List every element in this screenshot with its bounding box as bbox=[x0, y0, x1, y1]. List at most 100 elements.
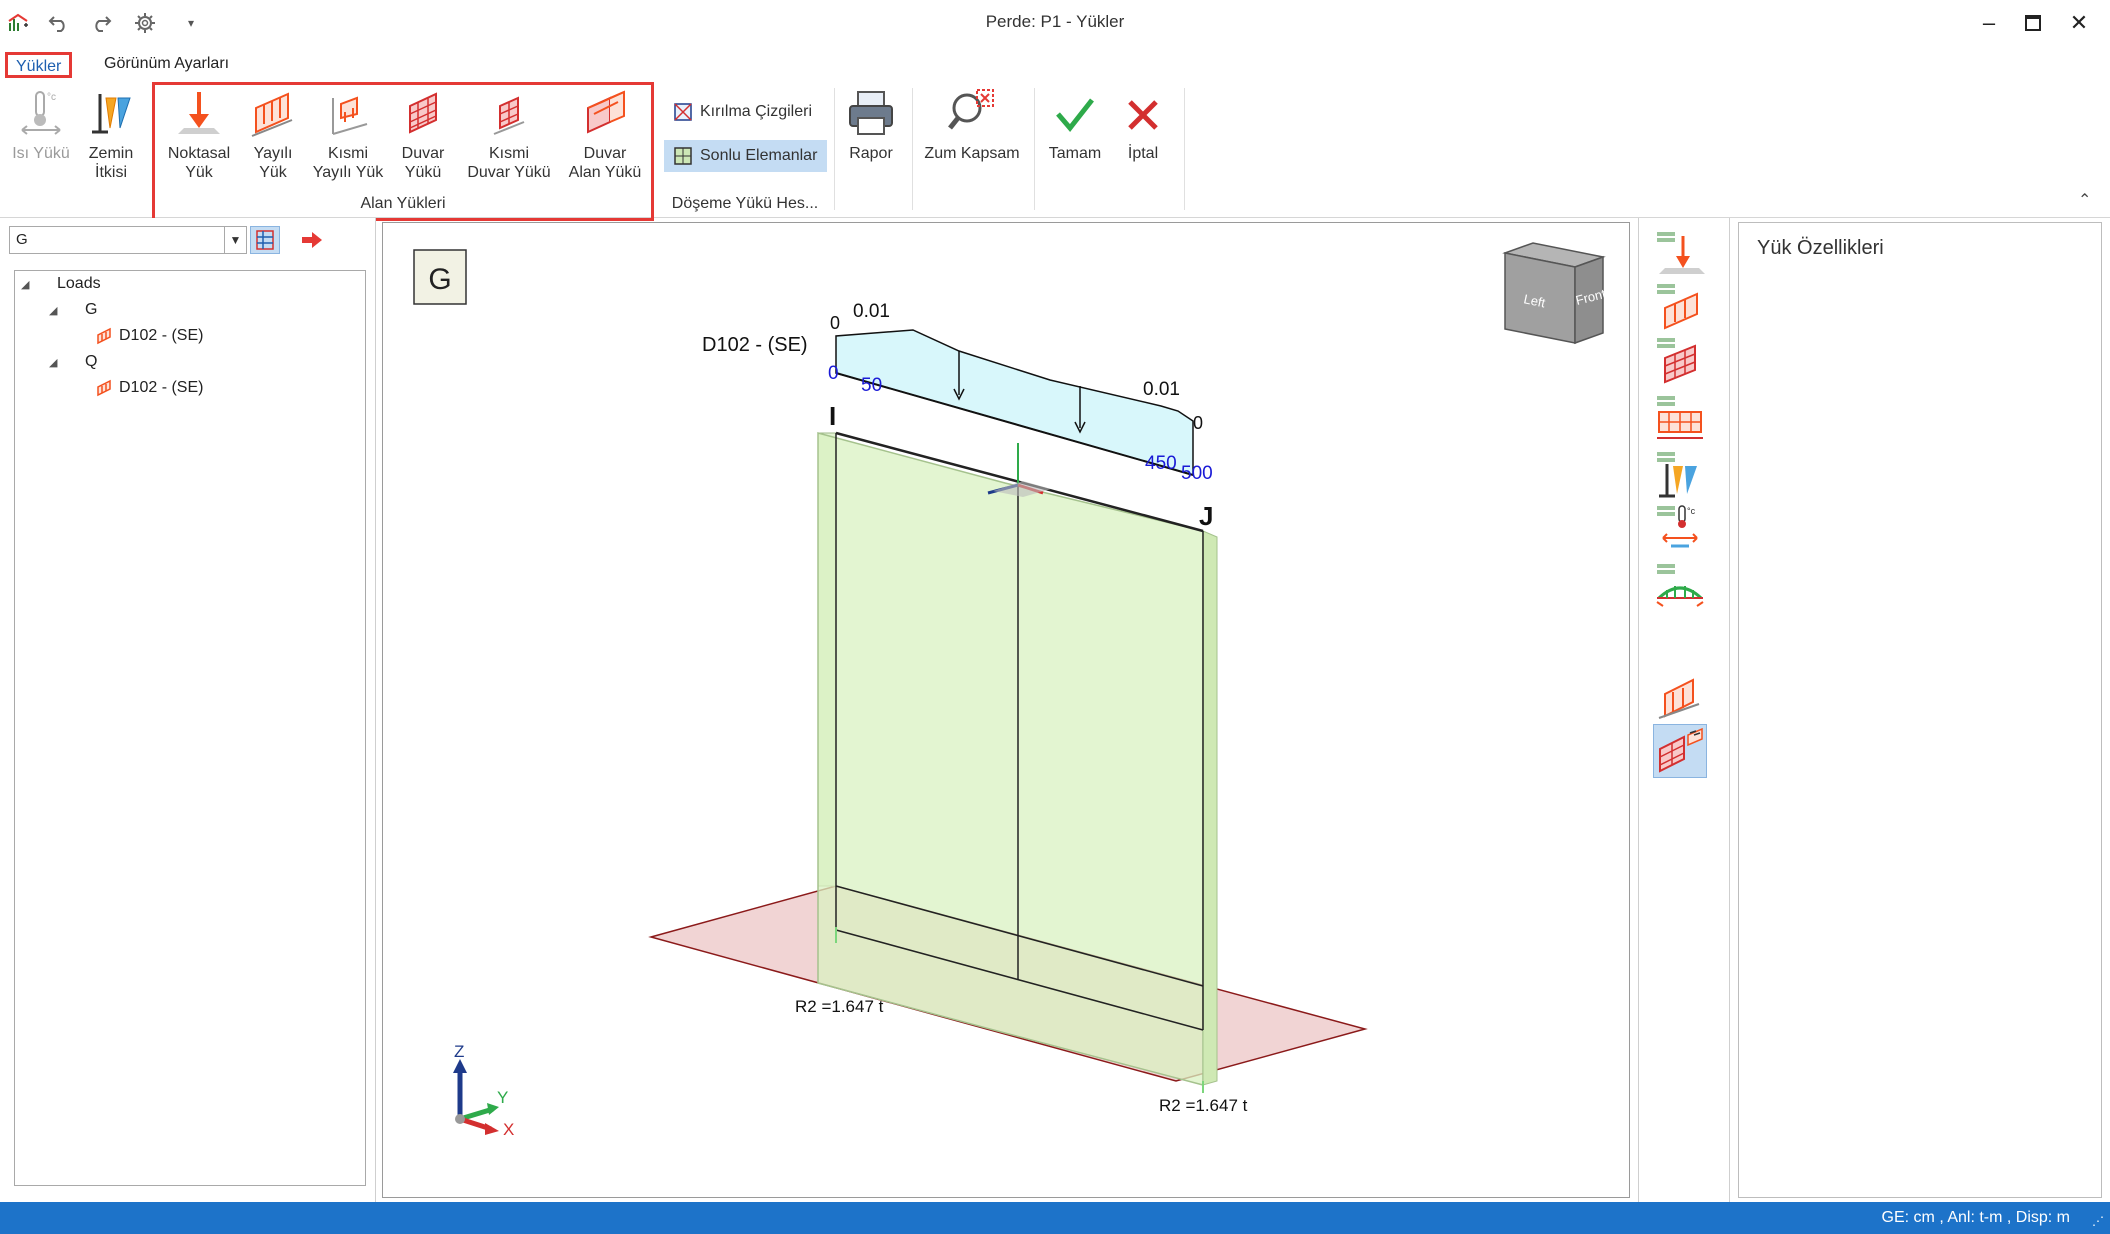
cancel-x-icon bbox=[1118, 88, 1168, 140]
tree-node-loads-label: Loads bbox=[57, 275, 101, 292]
ok-button[interactable]: Tamam bbox=[1044, 88, 1106, 163]
zoom-extents-button[interactable]: Zum Kapsam bbox=[922, 88, 1022, 163]
svg-text:°c: °c bbox=[1687, 506, 1696, 516]
axis-y-label: Y bbox=[497, 1088, 508, 1107]
zoom-extents-label: Zum Kapsam bbox=[924, 145, 1020, 162]
checkmark-icon bbox=[1050, 88, 1100, 140]
world-axes-icon bbox=[453, 1059, 499, 1135]
tree-node-group-g[interactable]: ◢ G bbox=[49, 301, 97, 319]
filter-grid-icon[interactable] bbox=[250, 226, 280, 254]
load-tools-toolbar: °c bbox=[1638, 218, 1730, 1202]
units-status: GE: cm , Anl: t-m , Disp: m bbox=[1881, 1209, 2070, 1226]
reaction-label-right: R2 =1.647 t bbox=[1159, 1096, 1248, 1115]
layer-distributed-load-icon[interactable] bbox=[1653, 282, 1707, 332]
arrow-right-icon[interactable] bbox=[300, 230, 324, 255]
layer-heat-load-icon[interactable]: °c bbox=[1653, 504, 1707, 554]
load-name-label: D102 - (SE) bbox=[702, 334, 808, 356]
group-label-slab-load: Döşeme Yükü Hes... bbox=[671, 195, 819, 212]
ribbon-separator bbox=[834, 88, 835, 210]
load-tree: ◢ Loads ◢ G D102 - (SE) ◢ Q D102 - (SE) bbox=[14, 270, 366, 1186]
load-value-right: 0.01 bbox=[1143, 379, 1180, 400]
3d-viewport[interactable]: G D102 - (SE) 0 0.01 0.01 0 0 50 450 500… bbox=[382, 222, 1630, 1198]
collapse-triangle-icon[interactable]: ◢ bbox=[21, 278, 37, 291]
ribbon-separator bbox=[1034, 88, 1035, 210]
break-lines-button[interactable]: Kırılma Çizgileri bbox=[664, 96, 822, 128]
printer-icon bbox=[846, 88, 896, 140]
ribbon-separator bbox=[1184, 88, 1185, 210]
tree-node-loads[interactable]: ◢ Loads bbox=[21, 275, 101, 293]
node-i-label: I bbox=[829, 401, 836, 431]
break-lines-icon bbox=[674, 103, 692, 121]
soil-pressure-icon bbox=[86, 88, 136, 140]
zoom-extents-icon bbox=[947, 88, 997, 140]
cancel-button[interactable]: İptal bbox=[1114, 88, 1172, 163]
layer-soil-pressure-icon[interactable] bbox=[1653, 450, 1707, 500]
collapse-triangle-icon[interactable]: ◢ bbox=[49, 304, 65, 317]
load-properties-title: Yük Özellikleri bbox=[1757, 237, 1884, 259]
title-bar: ▾ Perde: P1 - Yükler – ✕ bbox=[0, 0, 2110, 46]
axis-x-label: X bbox=[503, 1120, 514, 1139]
tree-item-load[interactable]: D102 - (SE) bbox=[95, 327, 203, 345]
load-value-left: 0.01 bbox=[853, 301, 890, 322]
wall-body bbox=[817, 432, 1204, 1086]
position-label-500: 500 bbox=[1181, 463, 1213, 484]
tree-item-label: D102 - (SE) bbox=[119, 379, 204, 396]
resize-grip-icon[interactable]: ⋰ bbox=[2092, 1214, 2104, 1228]
distributed-load-icon bbox=[97, 327, 111, 345]
load-case-combo-value: G bbox=[16, 231, 28, 248]
chevron-down-icon[interactable]: ▼ bbox=[224, 227, 246, 253]
load-case-combo[interactable]: G ▼ bbox=[9, 226, 247, 254]
report-label: Rapor bbox=[849, 145, 893, 162]
position-label-450: 450 bbox=[1145, 453, 1177, 474]
thermometer-icon: °c bbox=[16, 88, 66, 140]
layer-wall-load-icon[interactable] bbox=[1653, 336, 1707, 386]
layer-point-load-icon[interactable] bbox=[1653, 228, 1707, 278]
load-case-badge-text: G bbox=[428, 263, 451, 296]
tree-node-group-label: Q bbox=[85, 353, 98, 370]
tree-node-group-q[interactable]: ◢ Q bbox=[49, 353, 97, 371]
distributed-load-icon bbox=[97, 379, 111, 397]
ribbon: °c Isı Yükü Zemin İtkisi Noktasal Yük Ya… bbox=[0, 80, 2110, 221]
collapse-ribbon-icon[interactable]: ⌃ bbox=[2078, 190, 2091, 210]
tab-yukler[interactable]: Yükler bbox=[5, 52, 73, 78]
ground-effect-button[interactable]: Zemin İtkisi bbox=[80, 88, 142, 182]
load-properties-panel: Yük Özellikleri bbox=[1738, 222, 2102, 1198]
maximize-button[interactable] bbox=[2010, 6, 2056, 40]
load-value-end: 0 bbox=[1193, 413, 1203, 433]
layer-truss-load-icon[interactable] bbox=[1653, 394, 1707, 444]
node-j-label: J bbox=[1199, 501, 1213, 531]
close-window-button[interactable]: ✕ bbox=[2056, 6, 2102, 40]
tree-node-group-label: G bbox=[85, 301, 98, 318]
wall-end-face bbox=[1202, 530, 1218, 1086]
ground-effect-label-1: Zemin bbox=[88, 145, 134, 162]
tree-item-load[interactable]: D102 - (SE) bbox=[95, 379, 203, 397]
heat-load-button[interactable]: °c Isı Yükü bbox=[6, 88, 76, 163]
svg-text:°c: °c bbox=[47, 92, 56, 103]
break-lines-label: Kırılma Çizgileri bbox=[700, 103, 813, 120]
reaction-label-left: R2 =1.647 t bbox=[795, 997, 884, 1016]
cancel-label: İptal bbox=[1127, 145, 1159, 162]
position-label-50: 50 bbox=[861, 375, 882, 396]
tree-item-label: D102 - (SE) bbox=[119, 327, 204, 344]
model-canvas[interactable]: G D102 - (SE) 0 0.01 0.01 0 0 50 450 500… bbox=[383, 223, 1629, 1197]
load-case-badge: G bbox=[413, 249, 467, 305]
ribbon-tabs: Yükler Görünüm Ayarları bbox=[0, 46, 2110, 80]
finite-elements-label: Sonlu Elemanlar bbox=[700, 147, 818, 164]
report-button[interactable]: Rapor bbox=[842, 88, 900, 163]
tab-gorunum-ayarlari[interactable]: Görünüm Ayarları bbox=[96, 52, 237, 78]
status-bar: GE: cm , Anl: t-m , Disp: m ⋰ bbox=[0, 1202, 2110, 1234]
distributed-load-edit-icon[interactable] bbox=[1653, 670, 1707, 720]
finite-elements-button[interactable]: Sonlu Elemanlar bbox=[664, 140, 828, 172]
heat-load-label: Isı Yükü bbox=[12, 145, 70, 162]
collapse-triangle-icon[interactable]: ◢ bbox=[49, 356, 65, 369]
view-cube[interactable]: Left Front bbox=[1502, 242, 1608, 345]
load-value-start: 0 bbox=[830, 313, 840, 333]
wall-load-transfer-icon[interactable] bbox=[1653, 724, 1707, 778]
ok-label: Tamam bbox=[1048, 145, 1102, 162]
axis-z-label: Z bbox=[454, 1042, 464, 1061]
window-title: Perde: P1 - Yükler bbox=[985, 12, 1125, 31]
layer-bridge-load-icon[interactable] bbox=[1653, 562, 1707, 612]
highlight-area-loads bbox=[152, 82, 654, 221]
minimize-button[interactable]: – bbox=[1966, 6, 2012, 40]
finite-elements-icon bbox=[674, 147, 692, 165]
